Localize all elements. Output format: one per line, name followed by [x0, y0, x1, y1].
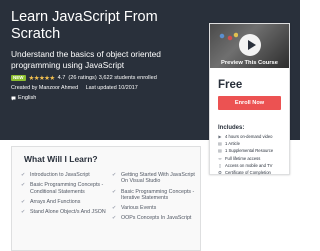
infinity-icon: ∞	[218, 155, 222, 161]
learn-list-right: ✔ Getting Started With JavaScript On Visu…	[112, 172, 197, 226]
learn-item: ✔ Various Events	[112, 205, 157, 212]
what-will-i-learn: What Will I Learn? ✔ Introduction to Java…	[11, 146, 201, 251]
certificate-icon: ✪	[218, 170, 222, 176]
includes-item: ▤ 1 Supplemental Resource	[218, 148, 274, 154]
purchase-sidebar: Preview This Course Free Enroll Now Incl…	[209, 23, 290, 175]
ratings-count-link[interactable]: (26 ratings)	[68, 75, 96, 81]
includes-item: ∞ Full lifetime access	[218, 155, 261, 161]
course-subtitle: Understand the basics of object oriented…	[11, 49, 161, 70]
star-rating-icon: ★★★★★	[28, 74, 56, 82]
learn-title: What Will I Learn?	[24, 154, 98, 164]
check-icon: ✔	[21, 172, 26, 178]
video-icon: ▶	[218, 134, 222, 139]
learn-item: ✔ Basic Programming Concepts - Conditiona…	[21, 182, 104, 195]
learn-item: ✔ Introduction to JavaScript	[21, 172, 90, 178]
learn-item: ✔ OOPs Concepts In JavaScript	[112, 215, 192, 222]
check-icon: ✔	[112, 215, 117, 222]
created-by[interactable]: Created by Manzoor Ahmed	[11, 85, 78, 91]
check-icon: ✔	[21, 198, 26, 205]
check-icon: ✔	[112, 188, 117, 195]
includes-item: ▶ 4 hours on-demand video	[218, 134, 273, 139]
preview-label: Preview This Course	[220, 60, 279, 66]
includes-list: ▶ 4 hours on-demand video ▤ 1 Article ▤ 1 S…	[218, 133, 273, 176]
includes-item: ✪ Certificate of Completion	[218, 170, 271, 176]
check-icon: ✔	[112, 172, 117, 178]
language-row: English	[11, 95, 36, 101]
rating-row: NEW ★★★★★ 4.7 (26 ratings) 3,622 student…	[11, 73, 157, 82]
speech-bubble-icon	[11, 96, 16, 100]
students-enrolled: 3,622 students enrolled	[98, 74, 157, 81]
byline: Created by Manzoor Ahmed Last updated 10…	[11, 85, 138, 91]
language: English	[18, 95, 37, 101]
last-updated: Last updated 10/2017	[85, 85, 138, 91]
check-icon: ✔	[112, 205, 117, 212]
enroll-now-button[interactable]: Enroll Now	[218, 96, 281, 110]
check-icon: ✔	[21, 209, 26, 216]
check-icon: ✔	[21, 182, 26, 189]
learn-list-left: ✔ Introduction to JavaScript ✔ Basic Progr…	[21, 172, 106, 219]
includes-title: Includes:	[218, 125, 245, 131]
resource-icon: ▤	[218, 148, 222, 154]
mobile-icon: ▯	[218, 162, 222, 168]
learn-item: ✔ Getting Started With JavaScript On Visu…	[112, 172, 195, 185]
new-badge: NEW	[11, 74, 26, 81]
price: Free	[218, 79, 243, 91]
learn-item: ✔ Stand Alone Object/s And JSON	[21, 209, 106, 216]
includes-item: ▯ Access on mobile and TV	[218, 162, 273, 168]
course-title: Learn JavaScript From Scratch	[11, 9, 158, 42]
includes-item: ▤ 1 Article	[218, 141, 240, 147]
article-icon: ▤	[218, 141, 222, 147]
course-preview[interactable]: Preview This Course	[210, 24, 289, 68]
learn-item: ✔ Arrays And Functions	[21, 198, 81, 205]
learn-item: ✔ Basic Programming Concepts - Iterative …	[112, 188, 195, 202]
rating-value: 4.7	[57, 74, 66, 81]
play-icon[interactable]	[239, 34, 261, 56]
